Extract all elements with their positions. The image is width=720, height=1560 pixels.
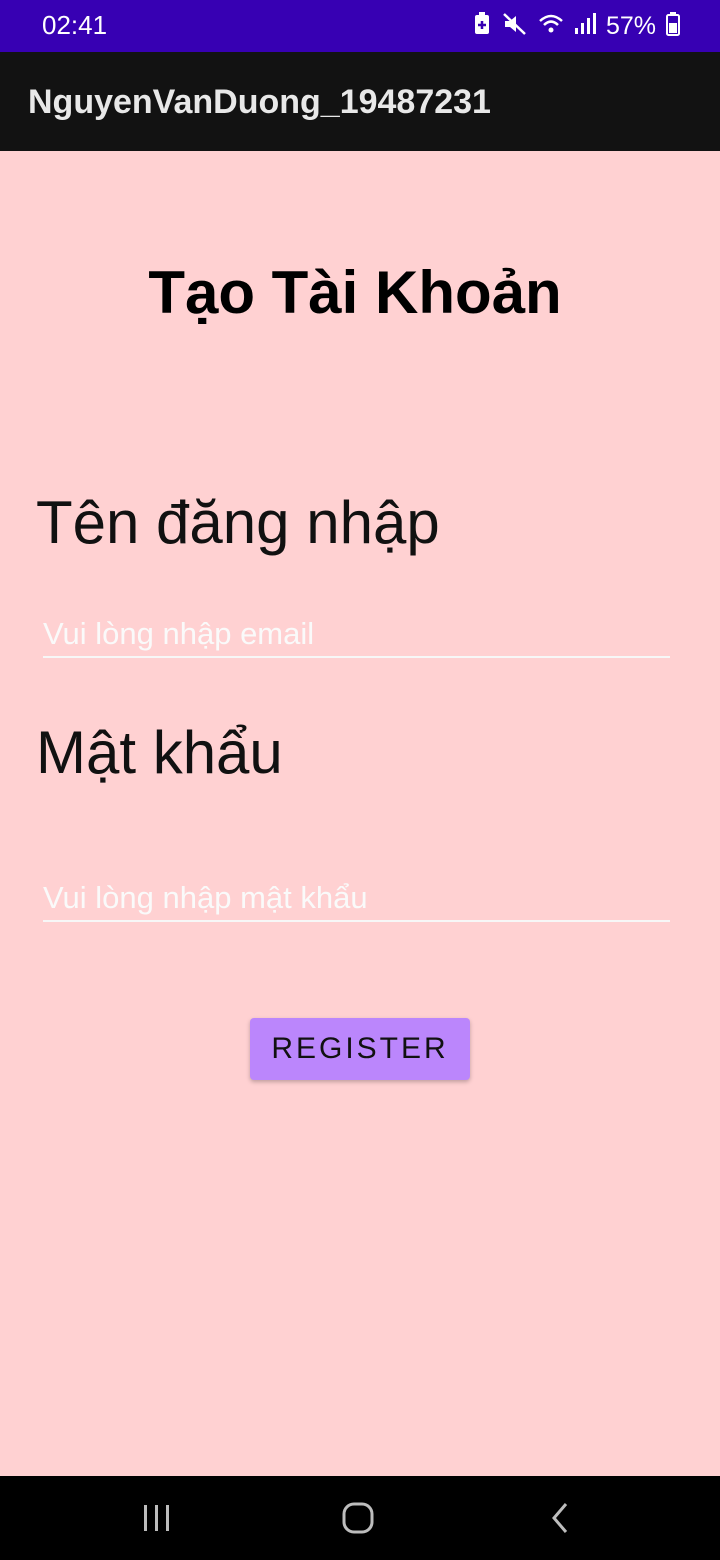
battery-saver-icon <box>472 11 492 41</box>
signal-icon <box>574 12 596 41</box>
app-title: NguyenVanDuong_19487231 <box>28 83 491 121</box>
password-label: Mật khẩu <box>36 719 283 786</box>
battery-icon <box>666 11 680 41</box>
nav-bar <box>0 1476 720 1560</box>
page-title: Tạo Tài Khoản <box>148 259 562 326</box>
status-bar: 02:41 57% <box>0 0 720 52</box>
password-input[interactable] <box>43 876 670 922</box>
username-input[interactable] <box>43 612 670 658</box>
username-label: Tên đăng nhập <box>36 489 440 556</box>
status-time: 02:41 <box>42 10 108 40</box>
status-icons: 57% <box>472 10 680 42</box>
register-button[interactable]: REGISTER <box>250 1018 470 1080</box>
battery-percent: 57% <box>605 11 656 40</box>
mute-icon <box>502 12 528 41</box>
wifi-icon <box>538 12 564 41</box>
app-bar: NguyenVanDuong_19487231 <box>0 52 720 151</box>
recents-icon[interactable] <box>127 1496 187 1540</box>
back-icon[interactable] <box>530 1496 590 1540</box>
home-icon[interactable] <box>328 1496 388 1540</box>
